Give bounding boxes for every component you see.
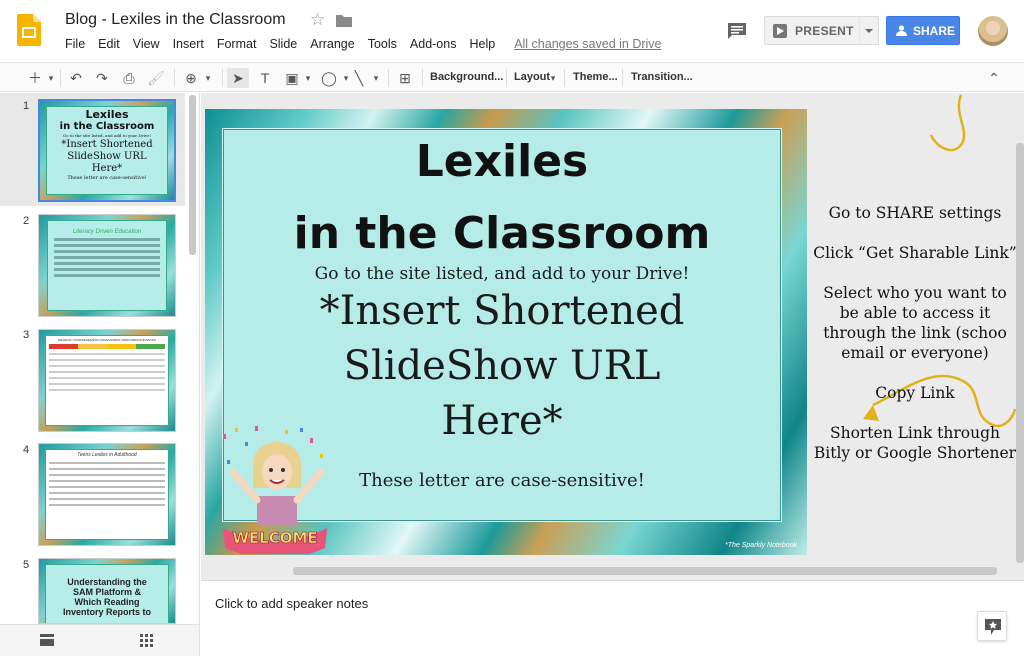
- welcome-banner-text: WELCOME: [232, 529, 317, 547]
- play-icon: [773, 23, 787, 38]
- text-box-icon[interactable]: T: [254, 68, 276, 88]
- transition-button[interactable]: Transition...: [631, 71, 693, 83]
- layout-chevron-down-icon[interactable]: ▾: [548, 68, 558, 88]
- slide-editor: Lexiles in the Classroom Go to the site …: [201, 93, 1024, 580]
- new-slide-plus-icon[interactable]: ＋: [24, 68, 46, 88]
- present-options-chevron-down-icon[interactable]: [859, 16, 879, 45]
- image-icon[interactable]: ▣: [281, 68, 303, 88]
- menu-view[interactable]: View: [133, 37, 160, 51]
- explore-button[interactable]: [977, 611, 1007, 641]
- thumb-text: Understanding the: [67, 577, 147, 587]
- present-label: PRESENT: [795, 23, 854, 38]
- watermark-text: *The Sparkly Notebook: [725, 542, 797, 549]
- paint-format-icon[interactable]: 🖌: [146, 68, 166, 88]
- slide-thumbnail-2[interactable]: Literacy Driven Education: [38, 214, 176, 317]
- slide-number: 2: [23, 215, 30, 227]
- collapse-chevron-up-icon[interactable]: ⌃: [985, 68, 1003, 88]
- thumb-text: SlideShow URL: [67, 151, 147, 162]
- slide-number: 5: [23, 559, 30, 571]
- layout-button[interactable]: Layout: [514, 71, 550, 83]
- menu-tools[interactable]: Tools: [368, 37, 397, 51]
- slide-filmstrip: 1 Lexiles in the Classroom Go to the sit…: [0, 93, 200, 656]
- slide-thumbnail-5[interactable]: Understanding the SAM Platform & Which R…: [38, 558, 176, 624]
- instruction-step[interactable]: Copy Link: [812, 383, 1018, 403]
- toolbar: ＋ ▾ ↶ ↷ ⎙ 🖌 ⊕ ▾ ➤ T ▣ ▾ ◯ ▾ ╲ ▾ ⊞ Backgr…: [0, 62, 1024, 92]
- share-label: SHARE: [913, 23, 956, 38]
- zoom-chevron-down-icon[interactable]: ▾: [202, 68, 214, 88]
- present-button[interactable]: PRESENT: [764, 16, 860, 45]
- slide-thumbnail-4[interactable]: Teens Lexiles in Adulthood: [38, 443, 176, 546]
- print-icon[interactable]: ⎙: [119, 68, 139, 88]
- comments-icon[interactable]: [727, 22, 747, 40]
- menu-help[interactable]: Help: [469, 37, 495, 51]
- slide-number: 1: [23, 100, 30, 112]
- share-button[interactable]: SHARE: [886, 16, 960, 45]
- line-chevron-down-icon[interactable]: ▾: [370, 68, 382, 88]
- background-button[interactable]: Background...: [430, 71, 503, 83]
- thumb-heading: READING COMPREHENSION ASSESSMENT PERFORM…: [58, 338, 156, 342]
- thumb-text: *Insert Shortened: [61, 139, 153, 150]
- menu-addons[interactable]: Add-ons: [410, 37, 457, 51]
- thumb-heading: Teens Lexiles in Adulthood: [77, 452, 137, 458]
- instruction-step[interactable]: Click “Get Sharable Link”: [812, 243, 1018, 263]
- new-slide-chevron-down-icon[interactable]: ▾: [45, 68, 57, 88]
- list-view-icon[interactable]: [40, 634, 54, 646]
- thumb-heading: Literacy Driven Education: [72, 229, 142, 235]
- grid-view-icon[interactable]: [140, 634, 153, 647]
- header: Blog - Lexiles in the Classroom ☆ File E…: [0, 0, 1024, 60]
- slides-logo-icon[interactable]: [17, 14, 41, 46]
- instruction-step[interactable]: Go to SHARE settings: [812, 203, 1018, 223]
- instruction-step[interactable]: Select who you want to be able to access…: [812, 283, 1018, 363]
- filmstrip-scrollbar[interactable]: [189, 95, 196, 255]
- side-instructions: Go to SHARE settings Click “Get Sharable…: [812, 203, 1018, 483]
- bitmoji-welcome-image[interactable]: WELCOME: [215, 424, 335, 554]
- person-icon: [896, 25, 907, 36]
- thumb-text: Which Reading: [74, 597, 140, 607]
- slide-number: 3: [23, 329, 30, 341]
- folder-icon[interactable]: [336, 14, 352, 27]
- menu-file[interactable]: File: [65, 37, 85, 51]
- thumb-title: in the Classroom: [59, 121, 155, 132]
- speaker-notes-panel[interactable]: Click to add speaker notes: [201, 580, 1024, 656]
- explore-icon: [985, 619, 1001, 635]
- instruction-step[interactable]: Shorten Link through Bitly or Google Sho…: [812, 423, 1018, 463]
- menu-insert[interactable]: Insert: [173, 37, 204, 51]
- select-cursor-icon[interactable]: ➤: [227, 68, 249, 88]
- insert-comment-icon[interactable]: ⊞: [394, 68, 416, 88]
- line-icon[interactable]: ╲: [348, 68, 370, 88]
- speaker-notes-placeholder[interactable]: Click to add speaker notes: [215, 596, 368, 611]
- menu-arrange[interactable]: Arrange: [310, 37, 354, 51]
- zoom-icon[interactable]: ⊕: [180, 68, 202, 88]
- image-chevron-down-icon[interactable]: ▾: [302, 68, 314, 88]
- thumb-text: Here*: [91, 163, 123, 174]
- filmstrip-footer: [0, 624, 199, 656]
- slide-thumbnail-1[interactable]: Lexiles in the Classroom Go to the site …: [38, 99, 176, 202]
- thumb-text: These letter are case-sensitive!: [67, 175, 147, 181]
- account-avatar[interactable]: [978, 16, 1008, 46]
- editor-horizontal-scrollbar[interactable]: [293, 567, 997, 575]
- star-icon[interactable]: ☆: [310, 10, 325, 30]
- menu-edit[interactable]: Edit: [98, 37, 120, 51]
- menu-format[interactable]: Format: [217, 37, 257, 51]
- thumb-text: SAM Platform &: [72, 587, 141, 597]
- slide-thumbnail-3[interactable]: READING COMPREHENSION ASSESSMENT PERFORM…: [38, 329, 176, 432]
- thumb-title: Lexiles: [85, 108, 129, 121]
- thumb-text: Inventory Reports to: [62, 607, 151, 617]
- redo-icon[interactable]: ↷: [92, 68, 112, 88]
- document-title[interactable]: Blog - Lexiles in the Classroom: [65, 11, 286, 29]
- undo-icon[interactable]: ↶: [66, 68, 86, 88]
- menu-slide[interactable]: Slide: [269, 37, 297, 51]
- slide-number: 4: [23, 444, 30, 456]
- shape-icon[interactable]: ◯: [318, 68, 340, 88]
- menu-bar: File Edit View Insert Format Slide Arran…: [65, 37, 674, 51]
- theme-button[interactable]: Theme...: [573, 71, 618, 83]
- save-status[interactable]: All changes saved in Drive: [514, 37, 661, 51]
- editor-vertical-scrollbar[interactable]: [1016, 143, 1024, 563]
